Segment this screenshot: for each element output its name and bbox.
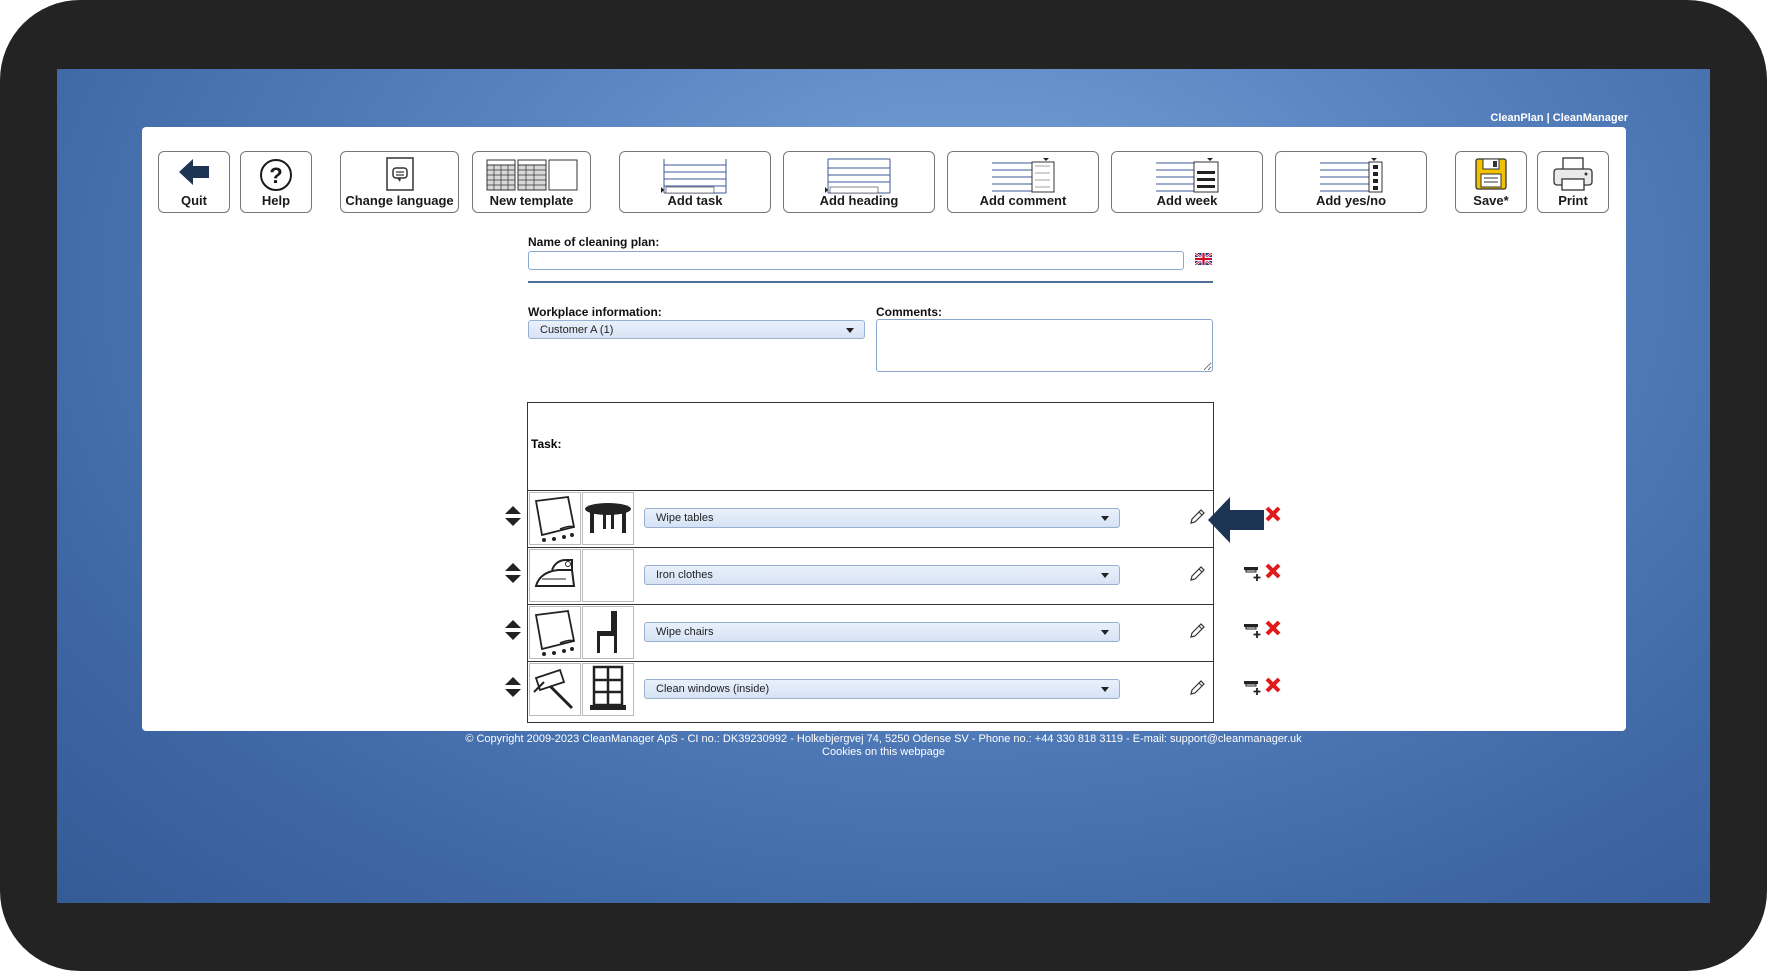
wet-cloth-icon	[534, 610, 576, 656]
document-speech-icon	[385, 157, 414, 191]
new-template-button[interactable]: New template	[472, 151, 591, 213]
add-week-button[interactable]: Add week	[1111, 151, 1263, 213]
printer-icon	[1553, 157, 1593, 191]
chair-pictogram	[582, 606, 634, 659]
device-frame: CleanPlan | CleanManager Quit ? Help Cha…	[0, 0, 1767, 971]
task-select-value: Clean windows (inside)	[656, 683, 770, 695]
templates-icon	[486, 159, 577, 191]
add-subtask-icon[interactable]	[1243, 564, 1263, 582]
save-label: Save*	[1473, 193, 1509, 208]
task-column-header: Task:	[531, 437, 562, 451]
print-button[interactable]: Print	[1537, 151, 1609, 213]
task-row: Clean windows (inside)	[505, 661, 1281, 718]
add-heading-label: Add heading	[819, 193, 899, 208]
window-pictogram	[582, 663, 634, 716]
plan-name-label: Name of cleaning plan:	[528, 235, 660, 249]
table-heading-add-icon	[825, 158, 891, 194]
highlight-arrow-icon	[1208, 497, 1264, 543]
cloth-pictogram	[529, 606, 581, 659]
table-yes-no-add-icon	[1320, 158, 1383, 193]
task-select[interactable]: Wipe chairs	[644, 622, 1120, 642]
delete-icon[interactable]	[1265, 620, 1281, 636]
task-row: Wipe tables	[505, 490, 1281, 547]
workplace-value: Customer A (1)	[540, 324, 614, 336]
add-heading-button[interactable]: Add heading	[783, 151, 935, 213]
add-comment-label: Add comment	[979, 193, 1067, 208]
add-comment-button[interactable]: Add comment	[947, 151, 1099, 213]
brand-title: CleanPlan | CleanManager	[1490, 112, 1628, 124]
change-language-button[interactable]: Change language	[340, 151, 459, 213]
pencil-icon[interactable]	[1188, 508, 1206, 526]
squeegee-pictogram	[529, 663, 581, 716]
task-select-value: Wipe chairs	[656, 626, 714, 638]
delete-icon[interactable]	[1265, 677, 1281, 693]
help-label: Help	[261, 193, 291, 208]
add-task-label: Add task	[667, 193, 723, 208]
plan-name-input[interactable]	[528, 251, 1184, 270]
table-comment-add-icon	[992, 158, 1055, 193]
empty-pictogram	[582, 549, 634, 602]
new-template-label: New template	[489, 193, 574, 208]
task-select[interactable]: Clean windows (inside)	[644, 679, 1120, 699]
footer-copyright: © Copyright 2009-2023 CleanManager ApS -…	[465, 733, 1302, 745]
editor-panel: Quit ? Help Change language New template…	[142, 127, 1626, 731]
iron-pictogram	[529, 549, 581, 602]
chevron-down-icon	[1101, 573, 1109, 578]
move-up-down-icon[interactable]	[504, 505, 522, 527]
workplace-select[interactable]: Customer A (1)	[528, 320, 865, 339]
chevron-down-icon	[846, 328, 854, 333]
move-up-down-icon[interactable]	[504, 676, 522, 698]
wet-cloth-icon	[534, 496, 576, 542]
chevron-down-icon	[1101, 516, 1109, 521]
save-button[interactable]: Save*	[1455, 151, 1527, 213]
help-icon: ?	[260, 159, 292, 191]
floppy-disk-icon	[1475, 158, 1507, 190]
task-select-value: Iron clothes	[656, 569, 713, 581]
window-icon	[590, 665, 626, 710]
app-background: CleanPlan | CleanManager Quit ? Help Cha…	[57, 69, 1710, 903]
table-week-add-icon	[1156, 158, 1219, 193]
change-language-label: Change language	[345, 193, 454, 208]
chevron-down-icon	[1101, 630, 1109, 635]
help-button[interactable]: ? Help	[240, 151, 312, 213]
task-row: Iron clothes	[505, 547, 1281, 604]
back-arrow-icon	[179, 159, 209, 185]
quit-button[interactable]: Quit	[158, 151, 230, 213]
task-row: Wipe chairs	[505, 604, 1281, 661]
uk-flag-icon[interactable]	[1195, 253, 1212, 265]
table-icon	[585, 503, 631, 533]
task-select[interactable]: Wipe tables	[644, 508, 1120, 528]
add-task-button[interactable]: Add task	[619, 151, 771, 213]
add-subtask-icon[interactable]	[1243, 678, 1263, 696]
quit-label: Quit	[181, 193, 207, 208]
table-row-add-icon	[661, 159, 727, 194]
print-label: Print	[1558, 193, 1588, 208]
comments-field[interactable]	[876, 319, 1213, 372]
add-yes-no-label: Add yes/no	[1315, 193, 1387, 208]
workplace-label: Workplace information:	[528, 305, 662, 319]
task-select-value: Wipe tables	[656, 512, 714, 524]
move-up-down-icon[interactable]	[504, 619, 522, 641]
task-table: Task: Wipe tables Iron clothes Wipe chai…	[505, 402, 1281, 723]
task-select[interactable]: Iron clothes	[644, 565, 1120, 585]
iron-icon	[534, 559, 576, 587]
squeegee-icon	[533, 668, 574, 710]
section-divider	[528, 281, 1213, 283]
chair-icon	[597, 611, 617, 653]
comments-label: Comments:	[876, 305, 943, 319]
pencil-icon[interactable]	[1188, 622, 1206, 640]
add-yes-no-button[interactable]: Add yes/no	[1275, 151, 1427, 213]
svg-text:?: ?	[269, 163, 282, 188]
move-up-down-icon[interactable]	[504, 562, 522, 584]
delete-icon[interactable]	[1265, 563, 1281, 579]
add-week-label: Add week	[1156, 193, 1218, 208]
pencil-icon[interactable]	[1188, 565, 1206, 583]
chevron-down-icon	[1101, 687, 1109, 692]
pencil-icon[interactable]	[1188, 679, 1206, 697]
add-subtask-icon[interactable]	[1243, 621, 1263, 639]
cookies-link[interactable]: Cookies on this webpage	[57, 746, 1710, 758]
delete-icon[interactable]	[1265, 506, 1281, 522]
table-pictogram	[582, 492, 634, 545]
cloth-pictogram	[529, 492, 581, 545]
